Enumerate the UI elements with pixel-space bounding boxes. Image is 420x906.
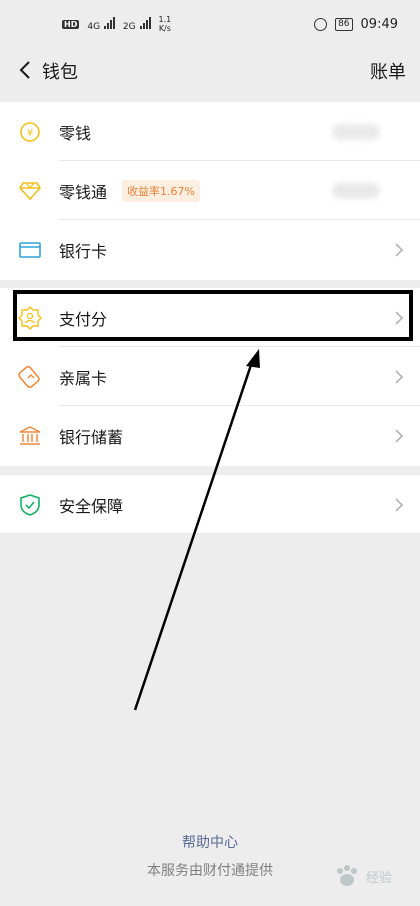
list-item-pay-score[interactable]: 支付分 — [0, 288, 420, 347]
clock: 09:49 — [360, 16, 398, 32]
status-bar: HD 4G 2G 1.1 K/s 86 09:49 — [0, 0, 420, 48]
chevron-right-icon — [395, 497, 404, 512]
watermark-text: 经验 — [365, 870, 392, 886]
wallet-group: ¥ 零钱 零钱通 收益率1.67% 银行卡 — [0, 101, 420, 280]
pay-score-icon — [18, 305, 42, 330]
list-item-label: 银行卡 — [59, 241, 108, 261]
yuan-coin-icon: ¥ — [18, 120, 42, 144]
network-speed: 1.1 K/s — [158, 15, 172, 33]
hidden-balance — [320, 160, 420, 221]
status-left: HD 4G 2G 1.1 K/s — [62, 15, 171, 33]
services-group: 支付分 亲属卡 银行储蓄 — [0, 288, 420, 466]
svg-text:¥: ¥ — [27, 128, 33, 139]
list-item-family-card[interactable]: 亲属卡 — [0, 347, 420, 406]
alarm-icon — [314, 17, 328, 31]
bill-link[interactable]: 账单 — [370, 58, 406, 84]
list-item-security[interactable]: 安全保障 — [0, 475, 420, 534]
paw-logo-icon — [336, 865, 357, 886]
page-title: 钱包 — [42, 62, 78, 83]
list-item-change[interactable]: ¥ 零钱 — [0, 101, 420, 162]
list-item-lingqiantong[interactable]: 零钱通 收益率1.67% — [0, 160, 420, 221]
list-item-label: 安全保障 — [59, 496, 124, 516]
bank-savings-icon — [18, 424, 42, 448]
status-right: 86 09:49 — [314, 17, 398, 32]
list-item-label: 银行储蓄 — [59, 427, 124, 447]
chevron-right-icon — [395, 369, 404, 384]
list-item-label: 零钱通 — [59, 182, 108, 202]
watermark: 经验 — [332, 864, 392, 888]
chevron-right-icon — [395, 310, 404, 325]
shield-check-icon — [18, 493, 42, 517]
list-item-bank-card[interactable]: 银行卡 — [0, 220, 420, 279]
signal-2g: 2G — [123, 16, 151, 32]
help-center-link[interactable]: 帮助中心 — [0, 832, 420, 852]
bank-card-icon — [18, 238, 42, 262]
signal-bars-icon — [103, 16, 115, 29]
security-group: 安全保障 — [0, 475, 420, 533]
back-arrow-icon[interactable] — [16, 60, 36, 80]
battery-indicator: 86 — [335, 17, 353, 31]
chevron-right-icon — [395, 428, 404, 443]
list-item-label: 亲属卡 — [59, 368, 108, 388]
list-item-bank-savings[interactable]: 银行储蓄 — [0, 406, 420, 465]
list-item-label: 零钱 — [59, 123, 92, 143]
signal-4g: 4G — [87, 16, 115, 32]
hd-indicator: HD — [62, 19, 80, 29]
yield-badge: 收益率1.67% — [122, 179, 200, 202]
signal-bars-icon — [139, 16, 151, 29]
diamond-icon — [18, 179, 42, 203]
nav-bar: 钱包 账单 — [0, 48, 420, 92]
list-item-label: 支付分 — [59, 309, 108, 329]
hidden-balance — [320, 101, 420, 162]
family-card-icon — [18, 365, 42, 389]
chevron-right-icon — [395, 242, 404, 257]
